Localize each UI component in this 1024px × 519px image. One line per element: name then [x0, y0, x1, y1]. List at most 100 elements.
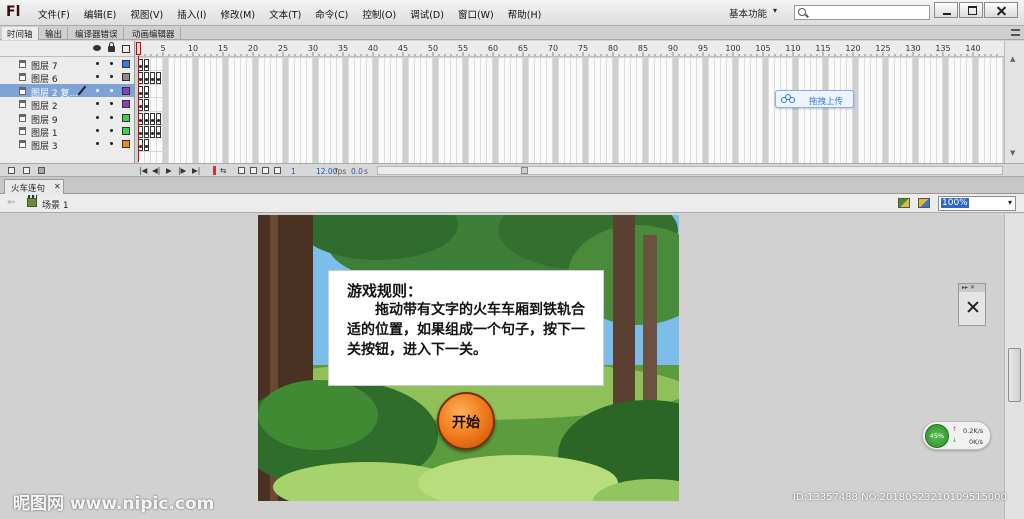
new-layer-icon[interactable] [8, 167, 15, 174]
menu-item[interactable]: 文件(F) [38, 7, 70, 21]
onion-skin-icon[interactable] [238, 167, 245, 174]
layer-visibility-toggle[interactable] [96, 142, 99, 146]
step-back-icon[interactable]: ◀| [152, 166, 160, 175]
stage-area[interactable]: 游戏规则： 拖动带有文字的火车车厢到铁轨合适的位置，如果组成一个句子，按下一关按… [0, 214, 1004, 519]
layer-outline-color[interactable] [122, 113, 130, 122]
current-frame-readout[interactable]: 1 [291, 167, 296, 176]
step-forward-icon[interactable]: |▶ [178, 166, 186, 175]
layer-visibility-toggle[interactable] [96, 75, 99, 79]
keyframe[interactable] [138, 59, 143, 71]
scene-breadcrumb[interactable]: 场景 1 [42, 198, 69, 211]
frame-ruler[interactable]: 1 5 10 15 20 25 30 35 40 45 50 55 60 65 70 75 80 85 90 95 10… [136, 41, 1004, 57]
eye-icon[interactable] [93, 45, 101, 51]
layer-lock-toggle[interactable] [110, 62, 113, 65]
play-icon[interactable]: ▶ [166, 166, 172, 175]
keyframe[interactable] [144, 112, 149, 125]
menu-item[interactable]: 调试(D) [410, 7, 444, 21]
stage-vertical-scrollbar[interactable] [1004, 214, 1024, 519]
layer-visibility-toggle[interactable] [96, 115, 99, 119]
loop-icon[interactable]: ⇆ [220, 166, 226, 175]
new-folder-icon[interactable] [23, 167, 30, 174]
menu-item[interactable]: 插入(I) [177, 7, 206, 21]
layer-outline-color[interactable] [122, 60, 130, 68]
chevron-down-icon[interactable]: ▾ [1008, 198, 1012, 207]
lock-icon[interactable] [108, 42, 115, 52]
keyframe[interactable] [138, 72, 143, 85]
menu-item[interactable]: 控制(O) [362, 7, 396, 21]
menu-item[interactable]: 视图(V) [130, 7, 163, 21]
keyframe[interactable] [150, 112, 155, 125]
keyframe[interactable] [156, 72, 161, 85]
keyframe[interactable] [138, 139, 143, 152]
layer-outline-color[interactable] [122, 140, 130, 149]
workspace-switcher[interactable]: 基本功能 [729, 6, 767, 20]
network-speed-widget[interactable]: 45% ↑ ↓ 0.2K/s 0K/s [922, 421, 991, 450]
keyframe[interactable] [138, 99, 143, 112]
layer-visibility-toggle[interactable] [96, 62, 99, 65]
timeline-vertical-scrollbar[interactable] [1004, 41, 1024, 163]
layer-outline-color[interactable] [122, 100, 130, 109]
help-search-input[interactable] [794, 5, 930, 20]
collapsed-tools-panel[interactable]: ▸▸ ✕ [958, 283, 986, 326]
elapsed-time-readout[interactable]: 0.0 [351, 167, 363, 176]
menu-item[interactable]: 修改(M) [220, 7, 255, 21]
menu-item[interactable]: 编辑(E) [84, 7, 116, 21]
menu-item[interactable]: 命令(C) [315, 7, 348, 21]
timeline-horizontal-scrollbar[interactable] [377, 166, 1003, 175]
layer-visibility-toggle[interactable] [96, 128, 99, 132]
layer-lock-toggle[interactable] [110, 115, 113, 119]
onion-skin-outline-icon[interactable] [250, 167, 257, 174]
keyframe[interactable] [138, 112, 143, 125]
keyframe[interactable] [156, 112, 161, 125]
layer-visibility-toggle[interactable] [96, 102, 99, 106]
game-stage[interactable]: 游戏规则： 拖动带有文字的火车车厢到铁轨合适的位置，如果组成一个句子，按下一关按… [258, 215, 679, 501]
close-button[interactable] [984, 2, 1018, 18]
layer-outline-color[interactable] [122, 126, 130, 135]
layer-lock-toggle[interactable] [110, 142, 113, 146]
keyframe[interactable] [144, 59, 149, 71]
keyframe[interactable] [144, 125, 149, 138]
tab-compiler-errors[interactable]: 编译器错误 [70, 27, 124, 40]
keyframe[interactable] [150, 125, 155, 138]
tab-output[interactable]: 输出 [40, 27, 69, 40]
minimize-button[interactable] [934, 2, 958, 18]
edit-multiple-frames-icon[interactable] [262, 167, 269, 174]
first-frame-icon[interactable]: |◀ [139, 166, 147, 175]
menu-item[interactable]: 帮助(H) [508, 7, 542, 21]
last-frame-icon[interactable]: ▶| [192, 166, 200, 175]
outline-icon[interactable] [122, 45, 130, 53]
layer-row[interactable]: 图层 2 复... [0, 83, 134, 99]
layer-lock-toggle[interactable] [110, 75, 113, 79]
tools-icon[interactable] [966, 300, 979, 313]
layer-row[interactable]: 图层 1 [0, 124, 134, 139]
scrollbar-thumb[interactable] [1008, 348, 1021, 402]
panel-header[interactable]: ▸▸ ✕ [959, 284, 985, 292]
menu-item[interactable]: 文本(T) [269, 7, 301, 21]
keyframe[interactable] [144, 85, 149, 98]
layer-outline-color[interactable] [122, 86, 130, 95]
edit-scene-icon[interactable] [918, 198, 930, 208]
edit-symbols-icon[interactable] [898, 198, 910, 208]
layer-visibility-toggle[interactable] [96, 88, 99, 92]
zoom-select[interactable]: 100% ▾ [938, 196, 1016, 211]
close-icon[interactable]: ✕ [54, 182, 61, 191]
drag-upload-button[interactable]: 拖拽上传 [775, 90, 854, 108]
document-tab[interactable]: 火车连句 ✕ [4, 179, 64, 194]
center-frame-icon[interactable] [213, 166, 216, 175]
layer-lock-toggle[interactable] [110, 102, 113, 106]
panel-menu-icon[interactable] [1011, 29, 1020, 36]
keyframe[interactable] [138, 125, 143, 138]
chevron-down-icon[interactable]: ▾ [773, 6, 777, 15]
menu-item[interactable]: 窗口(W) [458, 7, 494, 21]
layer-row[interactable]: 图层 9 [0, 111, 134, 126]
layer-name[interactable]: 图层 3 [31, 139, 58, 152]
keyframe[interactable] [138, 85, 143, 98]
keyframe[interactable] [156, 125, 161, 138]
modify-markers-icon[interactable] [274, 167, 281, 174]
back-arrow-icon[interactable]: ⇐ [7, 197, 15, 208]
tab-motion-editor[interactable]: 动画编辑器 [127, 27, 181, 40]
frame-grid[interactable] [136, 58, 1004, 163]
layer-row[interactable]: 图层 6 [0, 70, 134, 85]
keyframe[interactable] [144, 139, 149, 152]
layer-lock-toggle[interactable] [110, 128, 113, 132]
